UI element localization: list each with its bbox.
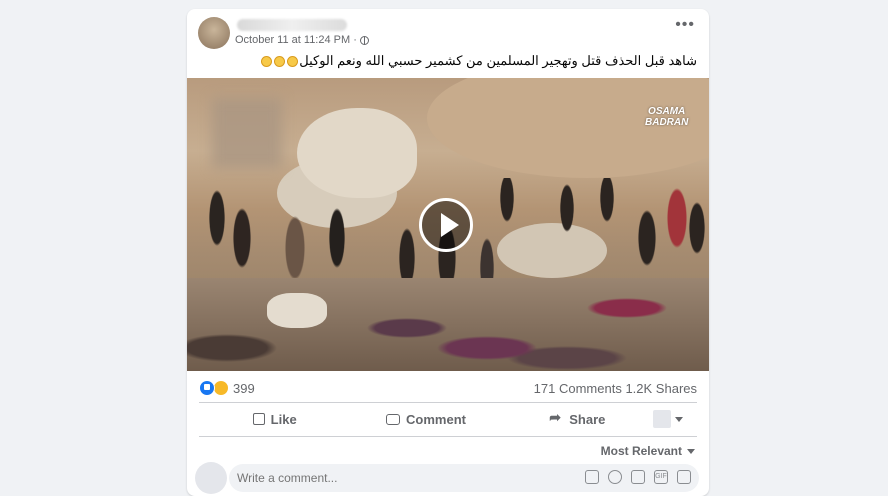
chevron-down-icon — [687, 448, 695, 454]
sort-label: Most Relevant — [600, 444, 682, 458]
post-actions: Like Comment Share — [199, 406, 697, 432]
chevron-down-icon — [674, 416, 683, 422]
video-player[interactable]: OSAMA BADRAN — [187, 78, 709, 371]
like-label: Like — [270, 411, 297, 427]
comment-button[interactable]: Comment — [350, 406, 501, 432]
avatar-sticker-icon[interactable] — [585, 470, 599, 484]
comment-box: GIF — [229, 464, 699, 492]
engagement-counts: 171 Comments 1.2K Shares — [534, 381, 697, 396]
divider — [199, 402, 697, 403]
reaction-summary[interactable]: 399 — [199, 380, 255, 396]
sticker-icon[interactable] — [677, 470, 691, 484]
post-card: October 11 at 11:24 PM · ••• شاهد قبل ال… — [187, 9, 709, 496]
camera-icon[interactable] — [631, 470, 645, 484]
play-button[interactable] — [419, 198, 473, 252]
caption-text: شاهد قبل الحذف قتل وتهجير المسلمين من كش… — [299, 53, 697, 68]
page-selector[interactable] — [652, 406, 697, 432]
globe-icon — [359, 35, 369, 45]
comment-tools: GIF — [585, 470, 691, 484]
author-name-redacted — [237, 19, 347, 31]
share-icon — [549, 409, 563, 426]
reaction-count: 399 — [233, 380, 255, 396]
like-button[interactable]: Like — [199, 406, 350, 432]
post-caption: شاهد قبل الحذف قتل وتهجير المسلمين من كش… — [260, 53, 697, 69]
thumbs-up-icon — [252, 413, 265, 425]
crying-emoji-icon — [274, 56, 286, 67]
crying-emoji-icon — [287, 56, 299, 67]
comment-label: Comment — [406, 411, 466, 427]
gif-icon[interactable]: GIF — [654, 470, 668, 484]
comment-input[interactable] — [237, 471, 537, 485]
commenter-avatar — [195, 462, 227, 494]
share-count[interactable]: 1.2K Shares — [625, 381, 697, 396]
post-meta: October 11 at 11:24 PM · — [235, 34, 369, 46]
video-frame-rock — [267, 293, 327, 328]
like-reaction-icon — [199, 380, 215, 396]
share-label: Share — [569, 411, 606, 427]
comment-icon — [386, 413, 401, 425]
post-timestamp[interactable]: October 11 at 11:24 PM · — [235, 34, 357, 46]
divider — [199, 436, 697, 437]
video-blur-patch — [212, 98, 282, 168]
comment-sort-dropdown[interactable]: Most Relevant — [601, 444, 695, 458]
video-watermark: OSAMA BADRAN — [645, 106, 688, 128]
emoji-icon[interactable] — [608, 470, 622, 484]
crying-emoji-icon — [261, 56, 273, 67]
author-avatar[interactable] — [198, 17, 230, 49]
sad-reaction-icon — [213, 380, 229, 396]
page-avatar — [652, 410, 671, 428]
video-frame-hill — [427, 78, 709, 178]
video-frame-ground — [187, 278, 709, 371]
watermark-line-1: OSAMA — [648, 106, 686, 117]
share-button[interactable]: Share — [502, 406, 653, 432]
more-options-icon[interactable]: ••• — [675, 17, 695, 33]
watermark-line-2: BADRAN — [645, 117, 689, 128]
comment-count[interactable]: 171 Comments — [534, 381, 622, 396]
